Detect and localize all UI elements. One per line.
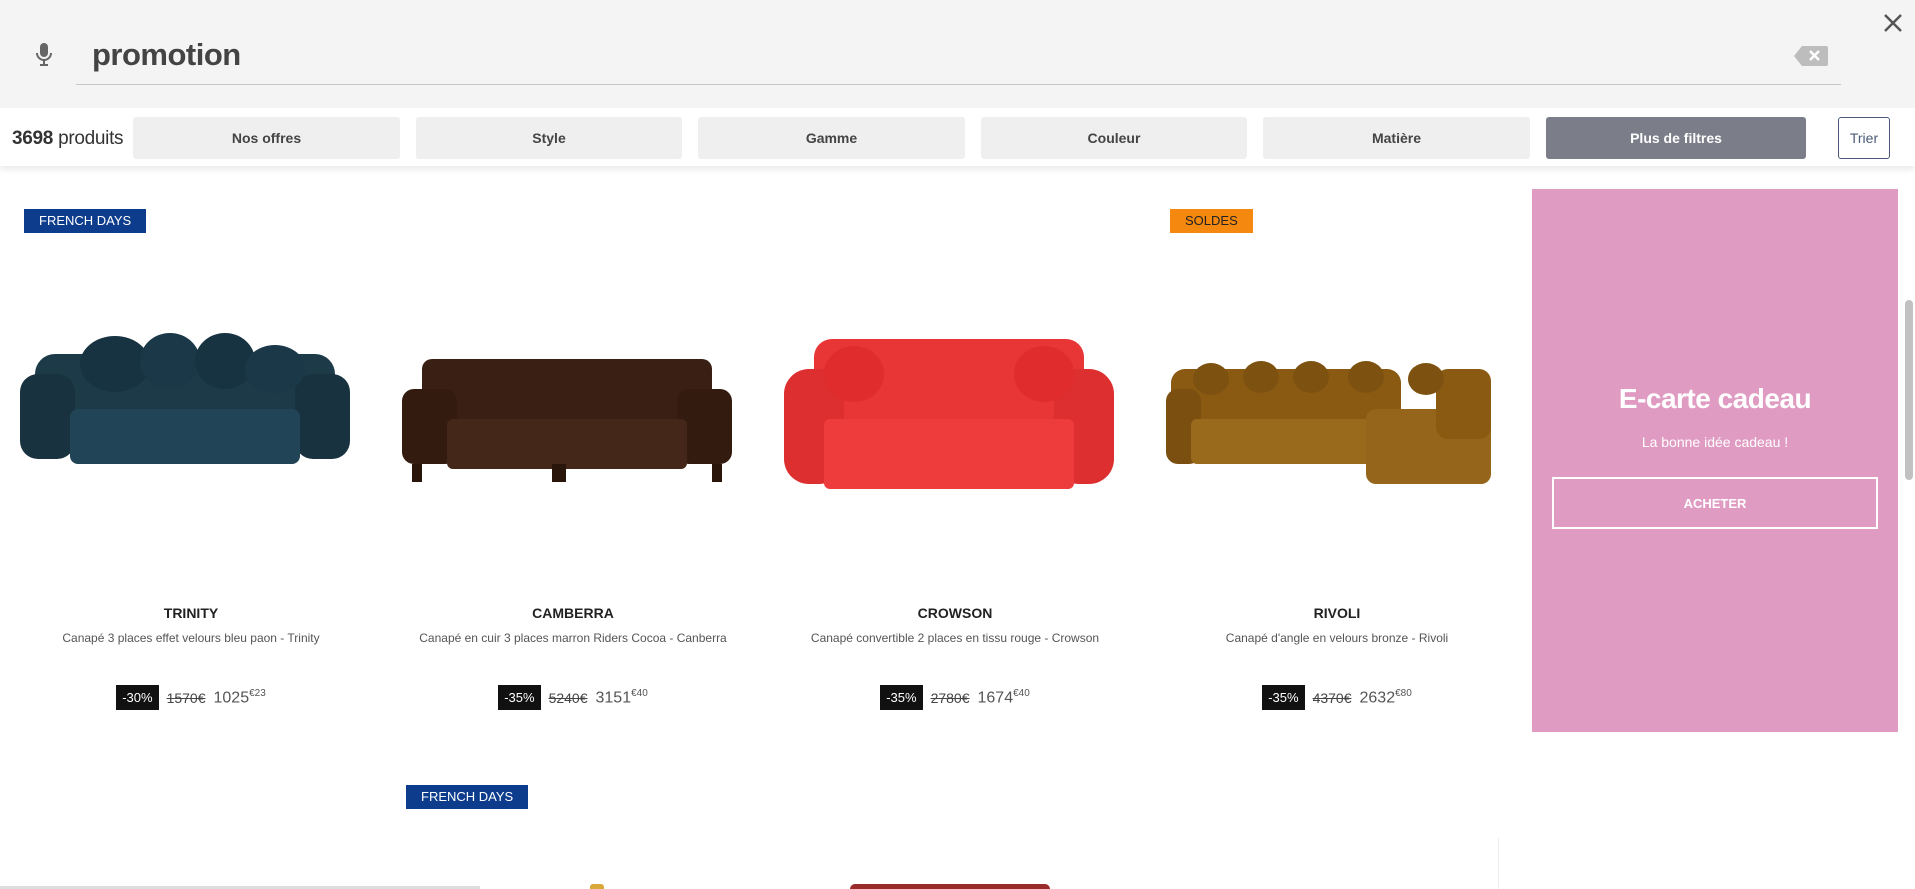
discount-badge: -35% [1262, 685, 1305, 710]
buy-gift-card-button[interactable]: ACHETER [1552, 477, 1878, 529]
sort-button[interactable]: Trier [1838, 117, 1890, 159]
gift-subtitle: La bonne idée cadeau ! [1641, 434, 1789, 450]
discount-badge: -30% [116, 685, 159, 710]
discount-badge: -35% [880, 685, 923, 710]
product-desc: Canapé convertible 2 places en tissu rou… [810, 631, 1100, 645]
close-icon[interactable] [1882, 12, 1904, 34]
scrollbar[interactable] [1905, 300, 1913, 480]
filter-gamme[interactable]: Gamme [698, 117, 965, 159]
sofa-image [784, 339, 1114, 489]
product-name[interactable]: CROWSON [764, 605, 1146, 621]
product-badge: SOLDES [1170, 209, 1253, 233]
price-row: -35% 4370€ 2632€80 [1146, 685, 1528, 710]
new-price: 2632€80 [1359, 687, 1412, 707]
product-desc: Canapé d'angle en velours bronze - Rivol… [1225, 631, 1449, 645]
clear-search-icon[interactable] [1794, 46, 1828, 66]
new-price: 3151€40 [595, 687, 648, 707]
search-bar [0, 0, 1915, 108]
more-filters-button[interactable]: Plus de filtres [1546, 117, 1806, 159]
product-badge: FRENCH DAYS [24, 209, 147, 233]
product-card-trinity[interactable]: FRENCH DAYS TRINITY Canapé 3 places effe… [0, 189, 382, 729]
gift-title: E-carte cadeau [1618, 383, 1812, 414]
price-row: -35% 5240€ 3151€40 [382, 685, 764, 710]
product-card-camberra[interactable]: CAMBERRA Canapé en cuir 3 places marron … [382, 189, 764, 729]
gift-card-promo: E-carte cadeau La bonne idée cadeau ! AC… [1532, 189, 1898, 732]
divider [1498, 838, 1499, 889]
filter-nos-offres[interactable]: Nos offres [133, 117, 400, 159]
product-desc: Canapé en cuir 3 places marron Riders Co… [419, 631, 727, 645]
product-image-peek [850, 884, 1050, 889]
search-input[interactable] [92, 36, 1792, 74]
product-name[interactable]: TRINITY [0, 605, 382, 621]
old-price: 2780€ [930, 689, 970, 706]
filter-style[interactable]: Style [416, 117, 682, 159]
sofa-image [1166, 361, 1491, 484]
sofa-image [20, 333, 350, 464]
filter-matiere[interactable]: Matière [1263, 117, 1530, 159]
new-price: 1025€23 [213, 687, 266, 707]
sofa-image [402, 359, 732, 482]
product-desc: Canapé 3 places effet velours bleu paon … [62, 631, 320, 645]
price-row: -30% 1570€ 1025€23 [0, 685, 382, 710]
new-price: 1674€40 [977, 687, 1030, 707]
filters-bar: 3698 produits Nos offres Style Gamme Cou… [0, 108, 1915, 166]
product-image-peek [590, 884, 604, 889]
product-badge: FRENCH DAYS [406, 785, 529, 809]
search-underline [76, 84, 1841, 85]
discount-badge: -35% [498, 685, 541, 710]
product-card-rivoli[interactable]: SOLDES RIVOLI Canapé d'angle en velours … [1146, 189, 1528, 729]
filter-couleur[interactable]: Couleur [981, 117, 1247, 159]
old-price: 5240€ [548, 689, 588, 706]
product-card-crowson[interactable]: CROWSON Canapé convertible 2 places en t… [764, 189, 1146, 729]
product-count: 3698 produits [12, 128, 124, 149]
microphone-icon[interactable] [34, 42, 54, 68]
old-price: 1570€ [166, 689, 206, 706]
price-row: -35% 2780€ 1674€40 [764, 685, 1146, 710]
product-name[interactable]: RIVOLI [1146, 605, 1528, 621]
product-name[interactable]: CAMBERRA [382, 605, 764, 621]
old-price: 4370€ [1312, 689, 1352, 706]
